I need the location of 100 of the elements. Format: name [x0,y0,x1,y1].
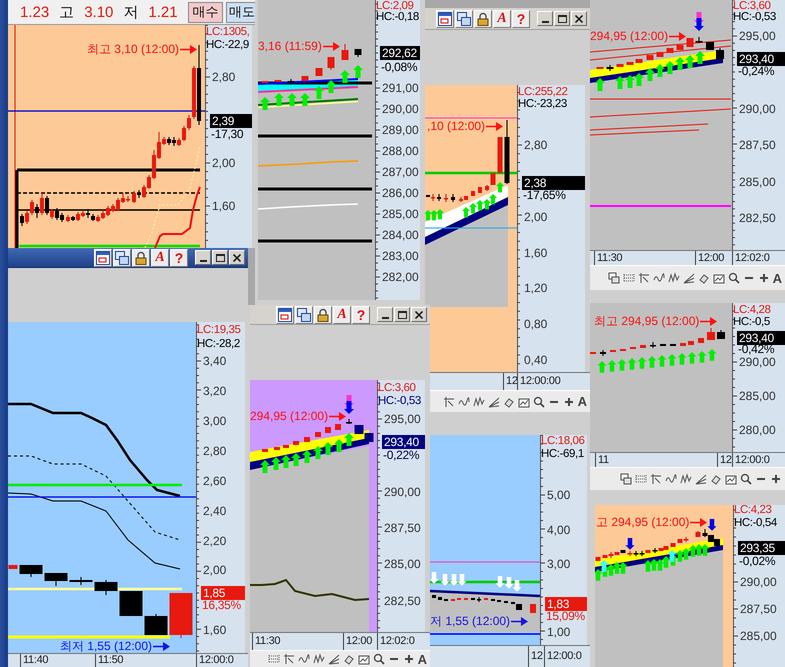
change-percent: 16,35% [202,598,241,612]
candle [596,556,600,562]
diamond-icon[interactable] [502,396,515,408]
axis-tick-label: 290,00 [381,102,419,116]
current-price-label: 2,39 [210,114,252,128]
up-arrow-icon [618,359,626,371]
cascade-button[interactable] [295,306,313,324]
up-arrow-icon [260,460,270,473]
font-button[interactable]: A [418,652,427,666]
plus-icon[interactable] [758,272,770,284]
zigzag-icon[interactable] [472,396,485,408]
candle [335,424,341,430]
angle-line-icon[interactable] [442,396,455,408]
wave-icon[interactable] [458,396,470,408]
candle [438,596,442,600]
lock-button[interactable] [474,10,492,28]
window-button[interactable] [94,248,112,266]
candle [70,576,92,586]
window-icon [96,250,110,264]
candle [94,580,118,596]
minimize-button[interactable] [195,250,211,265]
up-arrow-icon [302,450,312,463]
maximize-button[interactable] [212,250,228,265]
fan-lines-icon[interactable] [328,653,340,665]
cascade-button[interactable] [113,248,131,266]
maximize-button[interactable] [394,307,410,322]
time-label: 11:50 [95,654,124,667]
axis-tick-label: 3,20 [202,384,226,398]
search-icon[interactable] [372,653,385,665]
search-icon[interactable] [728,272,740,284]
axis-tick-label: 295,00 [738,30,776,42]
angle-line-icon[interactable] [650,473,662,485]
help-button[interactable]: ? [512,10,530,28]
font-button[interactable]: A [578,395,587,408]
up-arrow-icon [608,360,616,372]
grid-icon[interactable] [268,653,280,665]
diamond-icon[interactable] [342,653,355,665]
up-arrow-icon [300,93,310,106]
cascade-button[interactable] [455,10,473,28]
chart-icon[interactable] [725,473,737,485]
fan-lines-icon[interactable] [488,396,500,408]
sell-button[interactable]: 매도 [226,2,258,22]
angle-line-icon[interactable] [282,653,295,665]
minimize-button[interactable] [377,307,393,322]
windows-icon[interactable] [620,473,632,485]
down-arrow-icon [496,576,504,588]
chart-icon[interactable] [712,272,725,284]
chart-icon[interactable] [358,653,370,665]
zigzag-icon[interactable] [668,272,680,284]
maximize-button[interactable] [554,11,570,26]
window-button[interactable] [436,10,454,28]
close-button[interactable] [571,11,587,26]
font-button[interactable]: A [772,272,782,284]
fan-lines-icon[interactable] [695,473,707,485]
window-button[interactable] [276,306,294,324]
price-annotation: ,10 (12:00) [427,120,486,133]
window-icon [278,308,292,322]
wave-icon[interactable] [298,653,310,665]
font-button[interactable]: A [151,248,169,266]
help-button[interactable]: ? [170,248,188,266]
plus-icon[interactable] [562,396,575,408]
axis-tick-label: 282,00 [381,270,419,284]
close-button[interactable] [229,250,245,265]
lock-button[interactable] [314,306,332,324]
wave-icon[interactable] [665,473,677,485]
candle [696,36,702,44]
candle [451,194,455,202]
zigzag-icon[interactable] [680,473,692,485]
buy-button[interactable]: 매수 [188,2,224,22]
down-arrow-icon [504,577,514,589]
plus-icon[interactable] [402,653,415,665]
diamond-icon[interactable] [710,473,722,485]
angle-line-icon[interactable] [638,272,650,284]
wave-icon[interactable] [652,272,665,284]
cascade-icon [115,250,129,264]
candle [688,340,694,346]
diamond-icon[interactable] [698,272,710,284]
grid-icon[interactable] [635,473,647,485]
minimize-button[interactable] [537,11,553,26]
chart-icon[interactable] [518,396,530,408]
search-icon[interactable] [532,396,545,408]
font-button[interactable]: A [493,10,511,28]
down-arrow-icon [626,538,634,550]
up-arrow-icon [274,93,284,106]
search-icon[interactable] [740,473,752,485]
zigzag-icon[interactable] [312,653,325,665]
candle [610,350,616,352]
grid-icon[interactable] [622,272,635,284]
font-button[interactable]: A [333,306,351,324]
windows-icon[interactable] [608,272,620,284]
plus-icon[interactable] [770,473,782,485]
lock-button[interactable] [132,248,150,266]
help-button[interactable]: ? [352,306,370,324]
close-button[interactable] [411,307,427,322]
up-arrow-icon [314,86,324,99]
maximize-icon [398,310,406,318]
up-arrow-icon [668,550,676,562]
up-arrow-icon [326,80,336,93]
right-arrow-icon [322,42,340,51]
fan-lines-icon[interactable] [682,272,695,284]
